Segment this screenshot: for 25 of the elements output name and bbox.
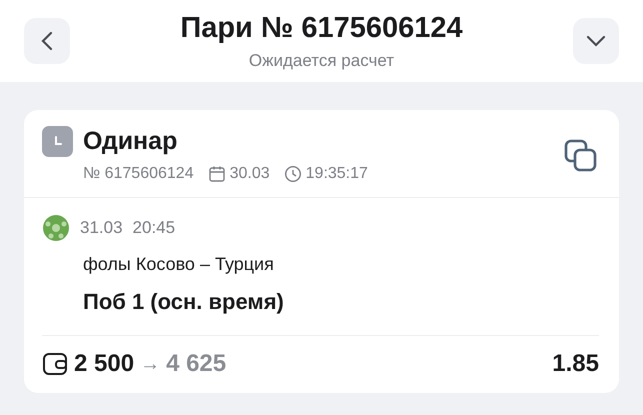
bet-date: 30.03 — [230, 165, 270, 183]
back-button[interactable] — [24, 18, 70, 64]
page-title: Пари № 6175606124 — [180, 12, 463, 44]
ball-icon — [42, 214, 70, 242]
payout-amount: 4 625 — [166, 350, 226, 378]
event-name: фолы Косово – Турция — [83, 254, 275, 275]
expand-button[interactable] — [573, 18, 619, 64]
stake-amount: 2 500 — [74, 350, 134, 378]
event-time: 20:45 — [132, 218, 176, 238]
clock-icon — [284, 165, 302, 183]
back-icon — [41, 31, 53, 51]
bet-time: 19:35:17 — [306, 165, 368, 183]
bet-type: Одинар — [83, 127, 178, 156]
event-date: 31.03 — [80, 218, 123, 238]
copy-icon — [563, 138, 599, 174]
odds-value: 1.85 — [552, 350, 599, 378]
copy-button[interactable] — [563, 138, 599, 174]
clock-icon — [42, 126, 73, 157]
arrow-text: → — [140, 352, 160, 376]
calendar-icon — [208, 165, 226, 183]
wallet-icon — [42, 351, 68, 377]
bet-number: № 6175606124 — [83, 165, 194, 183]
chevron-down-icon — [586, 35, 606, 47]
status-text: Ожидается расчет — [248, 50, 394, 70]
bet-outcome: Поб 1 (осн. время) — [83, 289, 285, 315]
